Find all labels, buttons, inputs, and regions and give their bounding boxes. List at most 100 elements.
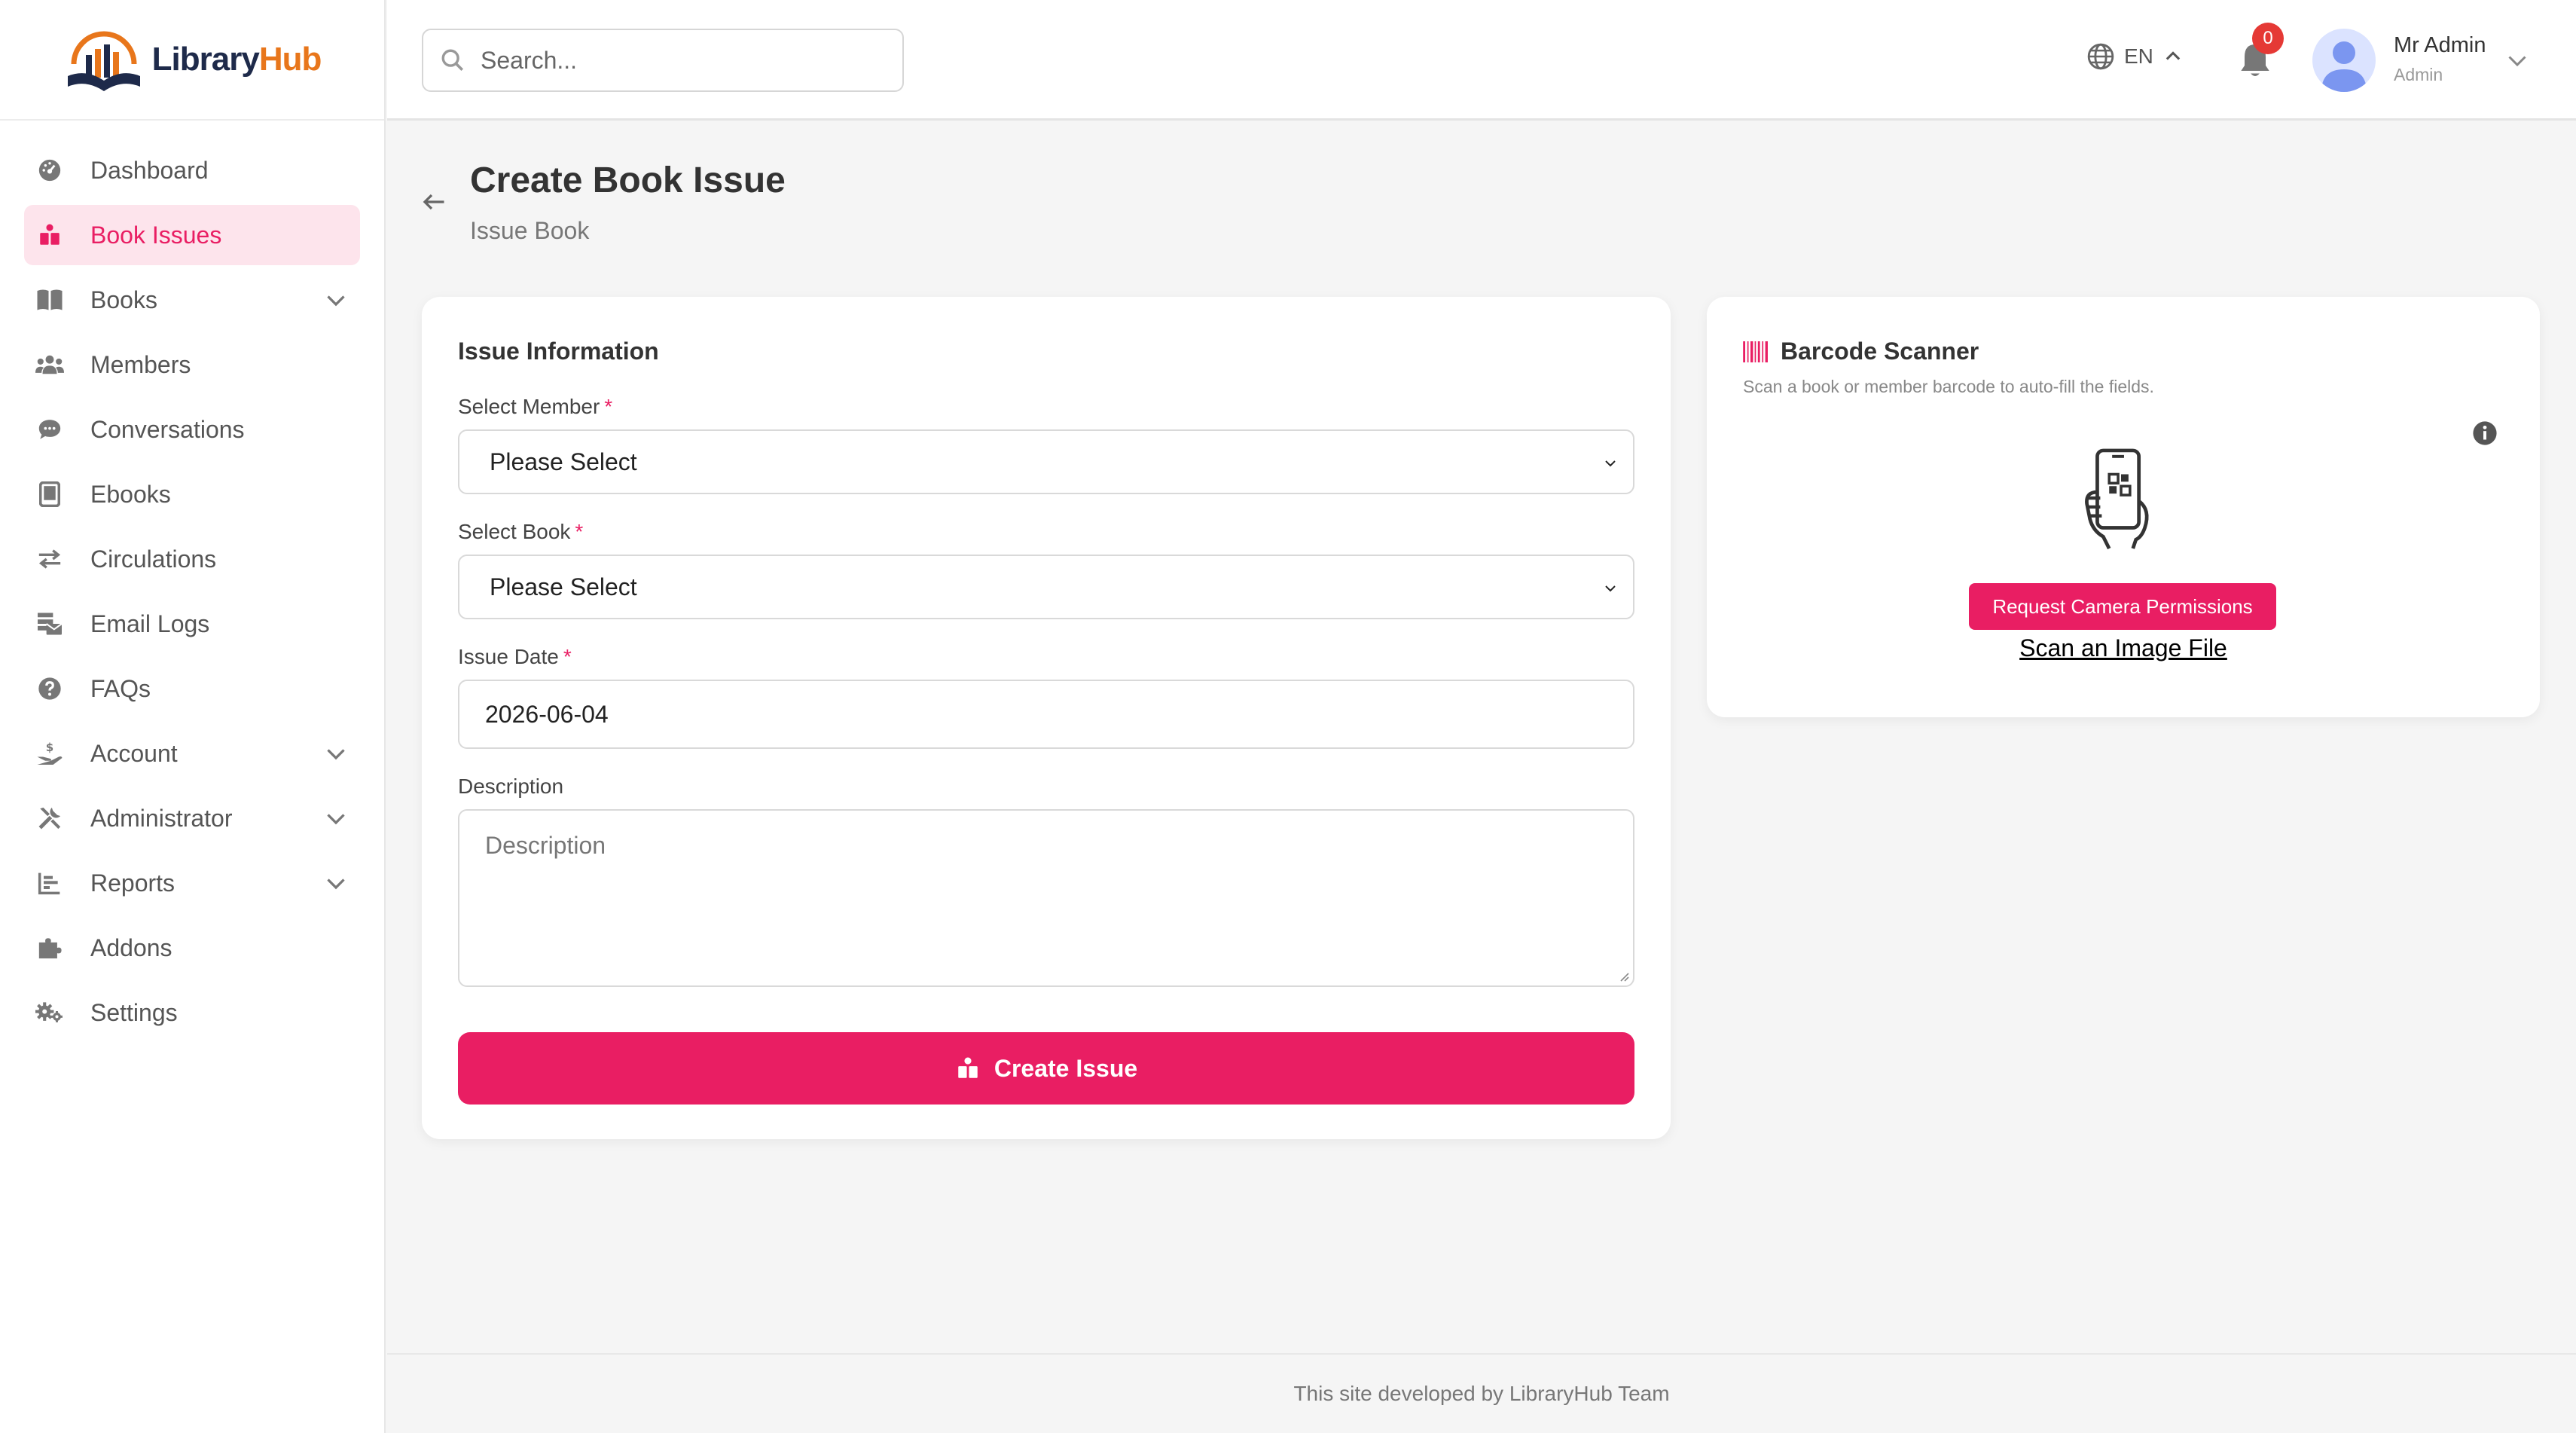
barcode-scanner-card: Barcode Scanner Scan a book or member ba… [1707,297,2540,717]
book-label: Select Book * [458,520,584,543]
sidebar-item-dashboard[interactable]: Dashboard [24,140,360,200]
scanner-subtitle: Scan a book or member barcode to auto-fi… [1743,377,2154,396]
app-logo[interactable]: LibraryHub [0,0,384,121]
description-textarea[interactable]: Description [458,809,1634,987]
language-label: EN [2124,44,2153,68]
request-camera-button[interactable]: Request Camera Permissions [1969,583,2276,630]
required-mark: * [575,520,584,543]
create-issue-button[interactable]: Create Issue [458,1032,1634,1105]
required-mark: * [563,645,572,668]
sidebar-item-settings[interactable]: Settings [24,982,360,1043]
exchange-icon [35,544,65,574]
sidebar-item-administrator[interactable]: Administrator [24,788,360,848]
sidebar-item-addons[interactable]: Addons [24,918,360,978]
chevron-up-icon [2165,51,2181,60]
sidebar-item-label: Account [90,739,178,767]
member-select[interactable]: Please Select [458,429,1634,494]
sidebar-item-label: Ebooks [90,480,171,508]
page-title: Create Book Issue [470,160,786,200]
sidebar-nav: Dashboard Book Issues Books Members Conv… [0,121,384,1043]
sidebar-item-label: Settings [90,998,178,1026]
library-logo-icon [67,31,140,91]
sidebar-item-label: Book Issues [90,221,222,249]
chevron-down-icon [1605,460,1616,467]
book-select[interactable]: Please Select [458,555,1634,619]
notification-badge: 0 [2252,23,2284,54]
search-icon [441,49,464,72]
gears-icon [35,998,65,1028]
sidebar-item-label: Reports [90,869,175,897]
sidebar-item-email-logs[interactable]: Email Logs [24,594,360,654]
search-input[interactable] [481,46,887,75]
user-role: Admin [2394,65,2443,84]
sidebar-item-circulations[interactable]: Circulations [24,529,360,589]
sidebar-item-reports[interactable]: Reports [24,853,360,913]
globe-icon [2087,43,2114,70]
sidebar-item-faqs[interactable]: FAQs [24,658,360,719]
sidebar-item-label: Conversations [90,415,245,443]
dashboard-icon [35,155,65,185]
users-icon [35,350,65,380]
chevron-down-icon [327,295,345,307]
search-box[interactable] [422,29,904,92]
member-select-value: Please Select [490,448,637,475]
chevron-down-icon [327,814,345,825]
footer-text: This site developed by LibraryHub Team [1293,1382,1670,1405]
mail-log-icon [35,609,65,639]
sidebar-item-members[interactable]: Members [24,335,360,395]
page-subtitle: Issue Book [470,217,590,244]
scan-image-file-link[interactable]: Scan an Image File [1707,634,2540,662]
create-issue-label: Create Issue [993,1054,1138,1082]
issue-form-card: Issue Information Select Member * Please … [422,297,1671,1139]
description-placeholder: Description [485,832,606,859]
sidebar-item-books[interactable]: Books [24,270,360,330]
language-selector[interactable]: EN [2086,42,2184,71]
topbar: EN 0 Mr Admin Admin [387,0,2576,121]
phone-scan-icon [2085,448,2149,550]
question-icon [35,674,65,704]
card-title: Issue Information [458,338,659,365]
sidebar-item-label: Dashboard [90,156,209,184]
chevron-down-icon [327,878,345,890]
app-name: LibraryHub [151,41,322,78]
footer: This site developed by LibraryHub Team [387,1353,2576,1433]
sidebar-item-book-issues[interactable]: Book Issues [24,205,360,265]
sidebar-item-label: Administrator [90,804,233,832]
barcode-icon [1743,341,1768,362]
svg-text:$: $ [46,741,53,754]
description-label: Description [458,775,564,798]
sidebar-item-ebooks[interactable]: Ebooks [24,464,360,524]
issue-date-label: Issue Date * [458,645,572,668]
chevron-down-icon [327,749,345,760]
book-select-value: Please Select [490,573,637,600]
issue-date-value: 2026-06-04 [485,700,609,728]
user-avatar-icon [2321,41,2367,92]
sidebar-item-label: Books [90,286,157,313]
tools-icon [35,803,65,833]
chart-icon [35,868,65,898]
sidebar-item-label: Email Logs [90,610,210,637]
sidebar-item-conversations[interactable]: Conversations [24,399,360,460]
sidebar-item-label: Members [90,350,191,378]
book-open-icon [35,285,65,315]
puzzle-icon [35,933,65,963]
chevron-down-icon [1605,585,1616,592]
info-icon[interactable] [2472,420,2498,446]
tablet-icon [35,479,65,509]
user-name[interactable]: Mr Admin [2394,33,2486,58]
issue-date-input[interactable]: 2026-06-04 [458,680,1634,749]
chevron-down-icon[interactable] [2504,47,2531,74]
required-mark: * [604,395,613,418]
back-arrow-icon[interactable] [419,188,449,215]
sidebar-item-label: FAQs [90,674,151,702]
resize-handle-icon[interactable] [1616,969,1630,982]
chat-icon [35,414,65,445]
sidebar: LibraryHub Dashboard Book Issues Books M… [0,0,386,1433]
avatar[interactable] [2312,29,2376,92]
member-label: Select Member * [458,395,613,418]
sidebar-item-account[interactable]: $ Account [24,723,360,784]
hand-dollar-icon: $ [35,738,65,768]
book-issue-icon [35,220,65,250]
sidebar-item-label: Addons [90,933,172,961]
sidebar-item-label: Circulations [90,545,217,573]
